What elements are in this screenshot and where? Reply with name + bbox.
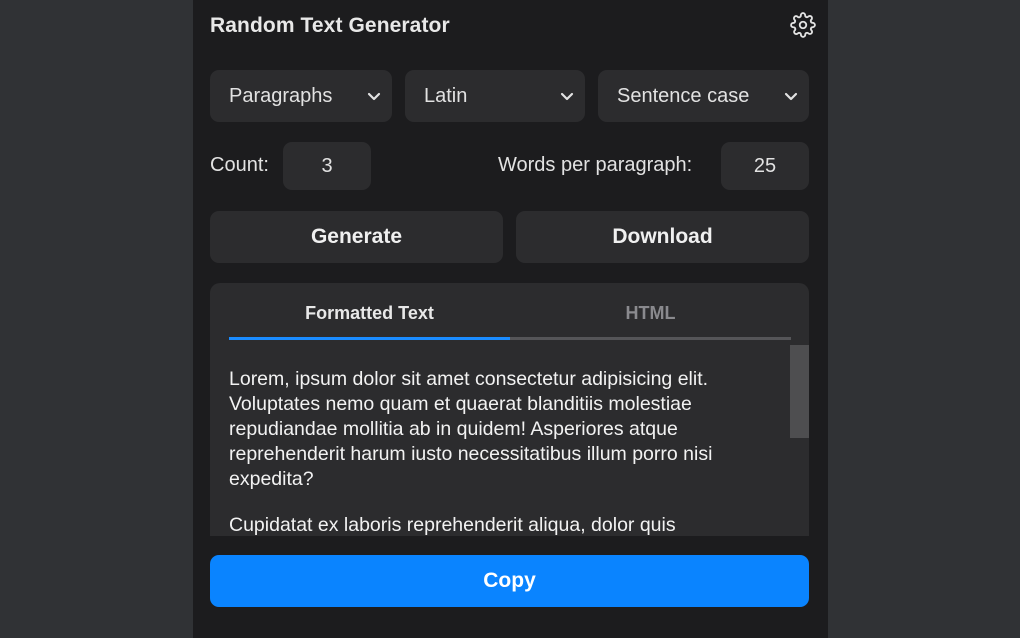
generated-text: Lorem, ipsum dolor sit amet consectetur … xyxy=(229,367,769,536)
copy-button[interactable]: Copy xyxy=(210,555,809,607)
download-button[interactable]: Download xyxy=(516,211,809,263)
tab-html[interactable]: HTML xyxy=(510,303,791,324)
count-label: Count: xyxy=(210,154,269,176)
count-input[interactable]: 3 xyxy=(283,142,371,190)
case-select-value: Sentence case xyxy=(617,85,750,107)
paragraph: Cupidatat ex laboris reprehenderit aliqu… xyxy=(229,514,676,536)
case-select[interactable]: Sentence case xyxy=(598,70,809,122)
type-select-value: Paragraphs xyxy=(229,85,333,107)
words-per-paragraph-label: Words per paragraph: xyxy=(498,154,693,176)
generator-panel: Random Text Generator Paragraphs Latin S… xyxy=(193,0,828,638)
chevron-down-icon xyxy=(784,92,798,101)
language-select[interactable]: Latin xyxy=(405,70,585,122)
paragraph: Lorem, ipsum dolor sit amet consectetur … xyxy=(229,368,713,490)
tab-formatted-text[interactable]: Formatted Text xyxy=(229,303,510,324)
generate-button[interactable]: Generate xyxy=(210,211,503,263)
active-tab-indicator xyxy=(229,337,510,340)
type-select[interactable]: Paragraphs xyxy=(210,70,392,122)
scrollbar-thumb[interactable] xyxy=(790,345,809,438)
tab-underline xyxy=(229,337,791,340)
app-title: Random Text Generator xyxy=(210,14,450,37)
gear-icon[interactable] xyxy=(790,12,816,38)
words-per-paragraph-input[interactable]: 25 xyxy=(721,142,809,190)
output-panel: Formatted Text HTML Lorem, ipsum dolor s… xyxy=(210,283,809,536)
language-select-value: Latin xyxy=(424,85,468,107)
chevron-down-icon xyxy=(367,92,381,101)
chevron-down-icon xyxy=(560,92,574,101)
scrollbar[interactable] xyxy=(790,345,809,536)
